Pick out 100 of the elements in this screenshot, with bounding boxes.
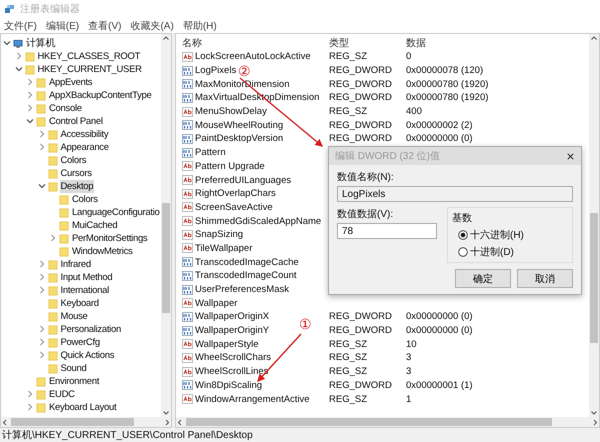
dialog-button[interactable]: 确定 xyxy=(455,269,511,288)
value-name[interactable]: TranscodedImageCache xyxy=(195,256,299,268)
tree-item[interactable]: HKEY_CURRENT_USER xyxy=(36,63,143,76)
close-icon[interactable] xyxy=(566,152,575,160)
value-name[interactable]: Win8DpiScaling xyxy=(195,380,262,391)
expand-chevron-icon[interactable] xyxy=(38,130,46,138)
expand-chevron-icon[interactable] xyxy=(14,52,22,60)
value-data-field[interactable]: 78 xyxy=(337,223,437,239)
expand-chevron-icon[interactable] xyxy=(49,234,57,242)
tree-item[interactable]: Accessibility xyxy=(60,128,110,141)
collapse-chevron-icon[interactable] xyxy=(3,39,11,47)
tree-item[interactable]: Desktop xyxy=(60,180,94,193)
tree-item[interactable]: Personalization xyxy=(60,323,122,336)
horizontal-scrollbar[interactable] xyxy=(1,417,171,427)
value-name[interactable]: WallpaperOriginY xyxy=(195,325,270,336)
scroll-right-icon[interactable] xyxy=(591,418,599,426)
tree-item[interactable]: Console xyxy=(48,102,83,115)
scroll-right-icon[interactable] xyxy=(163,418,171,426)
radio-button[interactable] xyxy=(458,230,468,240)
value-name[interactable]: WallpaperOriginX xyxy=(195,311,270,322)
tree-item[interactable]: Colors xyxy=(71,193,99,206)
tree-item[interactable]: Keyboard xyxy=(60,297,100,310)
value-name[interactable]: TranscodedImageCount xyxy=(195,270,297,282)
value-name[interactable]: LockScreenAutoLockActive xyxy=(195,51,311,62)
tree-item[interactable]: AppEvents xyxy=(48,76,94,89)
scrollbar-thumb[interactable] xyxy=(162,203,170,313)
horizontal-scrollbar[interactable] xyxy=(176,417,599,427)
collapse-chevron-icon[interactable] xyxy=(38,182,46,190)
dialog-button[interactable]: 取消 xyxy=(517,269,573,288)
column-header[interactable]: 名称 xyxy=(176,36,329,50)
menu-item[interactable]: 帮助(H) xyxy=(182,18,217,32)
scroll-down-icon[interactable] xyxy=(162,408,170,417)
value-name[interactable]: TileWallpaper xyxy=(195,242,252,254)
collapse-chevron-icon[interactable] xyxy=(26,117,34,125)
radio-label[interactable]: 十六进制(H) xyxy=(470,228,524,242)
value-name[interactable]: Wallpaper xyxy=(195,298,238,309)
column-header[interactable]: 类型 xyxy=(329,36,406,50)
column-header[interactable]: 数据 xyxy=(406,36,589,50)
expand-chevron-icon[interactable] xyxy=(38,286,46,294)
tree-item[interactable]: Cursors xyxy=(60,167,93,180)
vertical-scrollbar[interactable] xyxy=(589,34,599,417)
expand-chevron-icon[interactable] xyxy=(38,143,46,151)
menu-item[interactable]: 文件(F) xyxy=(4,18,37,32)
tree-item[interactable]: AppXBackupContentType xyxy=(48,89,152,102)
tree-item[interactable]: Mouse xyxy=(60,310,89,323)
expand-chevron-icon[interactable] xyxy=(38,338,46,346)
scrollbar-thumb[interactable] xyxy=(590,213,598,343)
value-name[interactable]: LogPixels xyxy=(195,65,236,76)
scroll-down-icon[interactable] xyxy=(590,408,598,417)
menu-item[interactable]: 查看(V) xyxy=(88,18,122,32)
value-name[interactable]: SnapSizing xyxy=(195,229,244,240)
expand-chevron-icon[interactable] xyxy=(26,91,34,99)
scroll-left-icon[interactable] xyxy=(1,418,9,426)
value-name[interactable]: Pattern Upgrade xyxy=(195,160,265,172)
value-name-field[interactable]: LogPixels xyxy=(337,186,573,202)
expand-chevron-icon[interactable] xyxy=(38,273,46,281)
tree-item[interactable]: 计算机 xyxy=(25,37,56,50)
tree-item[interactable]: EUDC xyxy=(48,388,76,401)
tree-item[interactable]: Environment xyxy=(48,375,100,388)
vertical-scrollbar[interactable] xyxy=(161,34,171,417)
value-name[interactable]: Pattern xyxy=(195,147,226,158)
value-name[interactable]: WindowArrangementActive xyxy=(195,394,310,405)
value-name[interactable]: WheelScrollChars xyxy=(195,352,272,364)
tree-item[interactable]: WindowMetrics xyxy=(71,245,134,258)
tree-item[interactable]: Infrared xyxy=(60,258,92,271)
expand-chevron-icon[interactable] xyxy=(26,403,34,411)
tree-item[interactable]: Control Panel xyxy=(48,115,104,128)
value-name[interactable]: MouseWheelRouting xyxy=(195,120,284,131)
expand-chevron-icon[interactable] xyxy=(38,325,46,333)
tree-item[interactable]: PowerCfg xyxy=(60,336,101,349)
menu-item[interactable]: 编辑(E) xyxy=(46,18,80,32)
tree-item[interactable]: Colors xyxy=(60,154,88,167)
collapse-chevron-icon[interactable] xyxy=(14,65,22,73)
tree-item[interactable]: MuiCached xyxy=(71,219,118,232)
tree-item[interactable]: Input Method xyxy=(60,271,114,284)
tree-item[interactable]: LanguageConfiguratio xyxy=(71,206,160,219)
tree-item[interactable]: Keyboard Layout xyxy=(48,401,118,414)
expand-chevron-icon[interactable] xyxy=(38,260,46,268)
expand-chevron-icon[interactable] xyxy=(38,351,46,359)
value-name[interactable]: PreferredUILanguages xyxy=(195,174,292,186)
expand-chevron-icon[interactable] xyxy=(26,390,34,398)
value-name[interactable]: ScreenSaveActive xyxy=(195,202,273,213)
value-name[interactable]: PaintDesktopVersion xyxy=(195,133,284,144)
tree-item[interactable]: Appearance xyxy=(60,141,110,154)
value-name[interactable]: WallpaperStyle xyxy=(195,338,259,350)
expand-chevron-icon[interactable] xyxy=(26,104,34,112)
tree-item[interactable]: Quick Actions xyxy=(60,349,116,362)
value-name[interactable]: MenuShowDelay xyxy=(195,106,267,118)
radio-label[interactable]: 十进制(D) xyxy=(470,245,514,259)
tree-item[interactable]: PerMonitorSettings xyxy=(71,232,148,245)
value-name[interactable]: UserPreferencesMask xyxy=(195,284,289,296)
tree-item[interactable]: Sound xyxy=(60,362,88,375)
menu-item[interactable]: 收藏夹(A) xyxy=(130,18,174,32)
radio-button[interactable] xyxy=(458,247,468,257)
tree-item[interactable]: International xyxy=(60,284,110,297)
tree-item[interactable]: HKEY_CLASSES_ROOT xyxy=(36,50,142,63)
scroll-left-icon[interactable] xyxy=(176,418,184,426)
value-name[interactable]: RightOverlapChars xyxy=(195,188,276,200)
expand-chevron-icon[interactable] xyxy=(26,78,34,86)
value-name[interactable]: ShimmedGdiScaledAppName xyxy=(195,216,322,227)
